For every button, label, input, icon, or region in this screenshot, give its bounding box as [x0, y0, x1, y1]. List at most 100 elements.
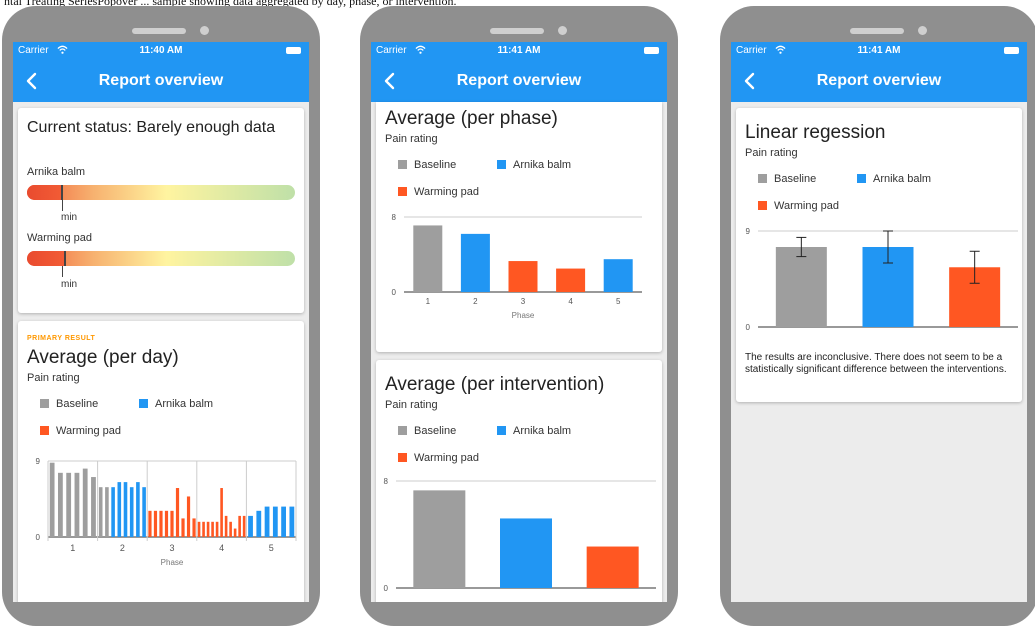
legend-label: Arnika balm [513, 425, 572, 437]
app-title: Report overview [98, 72, 224, 89]
legend-arnika: Arnika balm [497, 159, 571, 171]
status-card: Current status: Barely enough data Arnik… [18, 108, 304, 313]
progress-marker [64, 251, 66, 266]
card-title: Average (per day) [27, 347, 179, 368]
legend-label: Arnika balm [155, 398, 214, 410]
y-tick-label: 0 [36, 533, 41, 542]
phone-camera [558, 26, 567, 35]
progress-fill [27, 251, 65, 266]
day-bar [242, 515, 246, 537]
screen-3[interactable]: Carrier 11:41 AM Report overview Linear … [731, 42, 1027, 602]
results-text: The results are inconclusive. There does… [745, 352, 1007, 375]
legend-swatch [758, 201, 767, 210]
phone-frame-2: Carrier 11:41 AM Report overview Average… [360, 6, 678, 626]
day-bar [256, 510, 262, 537]
progress-bar-warming [27, 251, 295, 266]
day-bar [123, 482, 128, 537]
day-bar [248, 515, 253, 537]
day-bar [202, 521, 205, 537]
x-tick-label: 2 [473, 297, 478, 306]
legend-label: Warming pad [414, 452, 480, 464]
day-bar [233, 528, 237, 537]
day-bar [264, 506, 270, 537]
legend-swatch [398, 426, 407, 435]
y-tick-label: 0 [746, 323, 751, 332]
bar-label-warming: Warming pad [27, 232, 93, 244]
app-bar: Report overview [13, 60, 309, 102]
x-tick-label: 4 [219, 543, 224, 553]
regression-chart: 09 [746, 227, 1018, 332]
day-bar [148, 510, 152, 537]
battery-icon [1004, 47, 1019, 54]
day-bar [91, 477, 96, 537]
legend-swatch [497, 426, 506, 435]
day-bar [74, 472, 80, 537]
legend-swatch [857, 174, 866, 183]
battery-icon [644, 47, 659, 54]
min-label: min [61, 212, 78, 223]
progress-bar-arnika [27, 185, 295, 200]
legend-swatch [398, 187, 407, 196]
card-title: Average (per phase) [385, 108, 558, 129]
day-bar [211, 521, 214, 537]
day-bar [111, 487, 115, 537]
phone-frame-1: Carrier 11:40 AM Report overview Current… [2, 6, 320, 626]
day-bar [170, 510, 174, 537]
y-tick-label: 9 [36, 457, 41, 466]
bar [413, 490, 466, 588]
per-day-card: PRIMARY RESULT Average (per day) Pain ra… [18, 321, 304, 602]
app-bar: Report overview [731, 60, 1027, 102]
day-bar [181, 518, 185, 537]
x-tick-label: 5 [269, 543, 274, 553]
legend-swatch [139, 399, 148, 408]
phone-speaker [490, 28, 544, 34]
day-bar [229, 521, 232, 537]
card-title: Linear regession [745, 122, 886, 143]
day-bar [142, 487, 146, 537]
bar [603, 259, 633, 292]
card-subtitle: Pain rating [385, 399, 438, 411]
day-bar [289, 506, 295, 537]
bar [413, 225, 443, 292]
x-tick-label: 2 [120, 543, 125, 553]
x-tick-label: 1 [426, 297, 431, 306]
day-bar [186, 496, 191, 537]
legend-label: Baseline [56, 398, 99, 410]
status-bar: Carrier 11:40 AM [13, 42, 309, 60]
battery-icon [286, 47, 301, 54]
day-bar [224, 515, 228, 537]
bar [586, 546, 639, 588]
legend-label: Arnika balm [873, 173, 932, 185]
day-bar [82, 468, 88, 537]
legend-swatch [40, 426, 49, 435]
per-intervention-chart: 08 [384, 477, 656, 593]
day-bar [66, 472, 72, 537]
legend-label: Warming pad [414, 186, 480, 198]
screen-1[interactable]: Carrier 11:40 AM Report overview Current… [13, 42, 309, 602]
x-tick-label: 4 [568, 297, 573, 306]
x-axis-label: Phase [161, 558, 184, 567]
card-subtitle: Pain rating [27, 372, 80, 384]
legend-warming: Warming pad [758, 200, 839, 212]
x-tick-label: 1 [70, 543, 75, 553]
day-bar [98, 487, 103, 537]
progress-fill [27, 185, 62, 200]
legend-swatch [758, 174, 767, 183]
day-bar [281, 506, 286, 537]
day-bar [220, 488, 223, 537]
day-bar [192, 518, 196, 537]
legend-label: Warming pad [774, 200, 840, 212]
min-tick [62, 266, 63, 277]
status-bar: Carrier 11:41 AM [731, 42, 1027, 60]
legend-swatch [398, 453, 407, 462]
card-subtitle: Pain rating [385, 133, 438, 145]
legend-label: Baseline [414, 159, 457, 171]
primary-result-label: PRIMARY RESULT [27, 335, 96, 342]
day-bar [159, 510, 163, 537]
screen-2[interactable]: Carrier 11:41 AM Report overview Average… [371, 42, 667, 602]
bar [508, 261, 538, 292]
legend-label: Baseline [774, 173, 817, 185]
status-time: 11:41 AM [857, 45, 901, 56]
day-bar [215, 521, 219, 537]
day-bar [49, 462, 55, 537]
